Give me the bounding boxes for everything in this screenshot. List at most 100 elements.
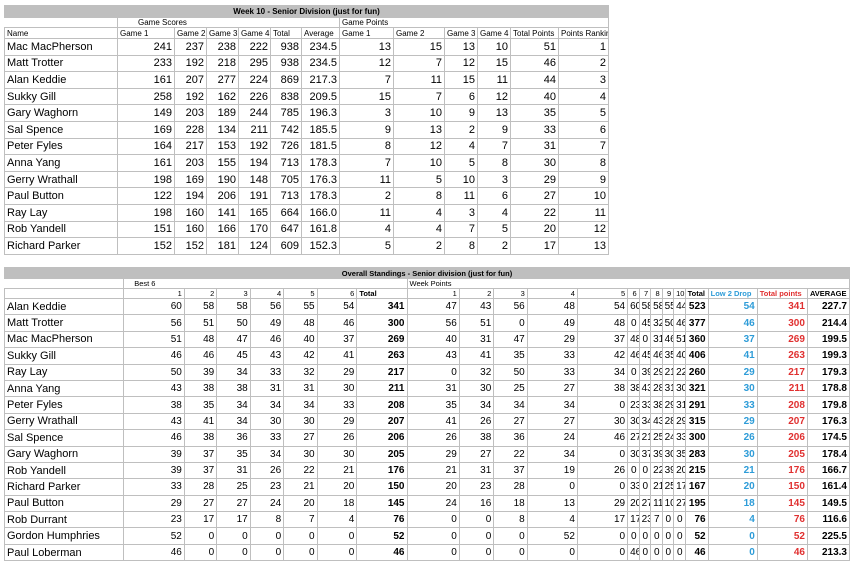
table-cell: 785 xyxy=(270,104,302,122)
player-name: Alan Keddie xyxy=(4,71,118,89)
table-cell: 0 xyxy=(638,527,652,545)
table-cell: 181.5 xyxy=(301,137,340,156)
player-name: Mac MacPherson xyxy=(4,38,118,56)
table-cell: 11 xyxy=(650,494,663,513)
table-cell: 8 xyxy=(444,237,478,255)
table-cell: 29 xyxy=(123,494,185,513)
table-cell: 0 xyxy=(183,527,218,545)
table-cell: 38 xyxy=(458,429,495,447)
table-cell: 7 xyxy=(477,137,511,156)
table-cell: 12 xyxy=(393,137,445,156)
table-cell: 76 xyxy=(356,511,408,529)
table-row: Gerry Wrathall 43 41 34 30 30 29 207 41 26 27 27 30 3… xyxy=(3,412,851,431)
overall-header-cell: 5 xyxy=(283,288,318,299)
table-cell: 3 xyxy=(339,104,394,122)
table-cell: 2 xyxy=(557,54,610,73)
table-cell: 26 xyxy=(707,429,758,447)
overall-header-cell: 6 xyxy=(627,288,640,299)
weekly-scores-table: Week 10 - Senior Division (just for fun)… xyxy=(3,5,610,255)
table-cell: 4 xyxy=(316,511,358,529)
table-cell: 31 xyxy=(510,137,559,156)
table-cell: 38 xyxy=(183,379,218,398)
table-cell: 199.3 xyxy=(806,347,851,365)
table-cell: 199.5 xyxy=(806,330,851,349)
table-cell: 31 xyxy=(661,379,675,398)
table-cell: 161.8 xyxy=(301,220,340,239)
table-cell: 10 xyxy=(444,170,478,189)
table-cell: 8 xyxy=(249,511,285,529)
table-cell: 43 xyxy=(123,412,185,431)
table-cell: 0 xyxy=(627,527,640,545)
table-cell: 300 xyxy=(684,429,709,447)
table-cell: 20 xyxy=(406,478,460,496)
table-cell: 176 xyxy=(756,461,808,480)
table-cell: 705 xyxy=(270,170,302,189)
table-cell: 258 xyxy=(117,87,175,106)
table-cell: 46 xyxy=(707,314,758,332)
table-cell: 0 xyxy=(406,511,460,529)
table-cell: 32 xyxy=(458,363,495,381)
table-cell: 713 xyxy=(270,187,302,205)
table-row: Alan Keddie60585856555434147435648546058… xyxy=(3,297,851,316)
table-cell: 42 xyxy=(283,347,318,365)
player-name: Alan Keddie xyxy=(3,297,125,316)
table-cell: 155 xyxy=(206,154,239,172)
table-cell: 0 xyxy=(661,543,675,562)
overall-header-cell: Total xyxy=(684,288,709,299)
table-cell: 166.0 xyxy=(301,203,340,222)
table-cell: 0 xyxy=(673,511,686,529)
table-cell: 37 xyxy=(183,461,218,480)
table-cell: 21 xyxy=(316,461,358,480)
table-cell: 39 xyxy=(661,461,675,480)
table-cell: 203 xyxy=(174,154,207,172)
table-cell: 44 xyxy=(673,297,686,316)
table-cell: 869 xyxy=(270,71,302,89)
table-cell: 24 xyxy=(406,494,460,513)
table-cell: 11 xyxy=(339,170,394,189)
table-row: Gary Waghorn3937353430302052927223403037… xyxy=(3,445,851,463)
table-cell: 3 xyxy=(444,203,478,222)
table-cell: 194 xyxy=(238,154,271,172)
table-cell: 0 xyxy=(406,363,460,381)
table-cell: 153 xyxy=(206,137,239,156)
table-cell: 191 xyxy=(238,187,271,205)
table-cell: 48 xyxy=(627,330,640,349)
table-cell: 7 xyxy=(557,137,610,156)
table-cell: 8 xyxy=(477,154,511,172)
table-cell: 13 xyxy=(477,104,511,122)
table-row: Richard Parker 152 152 181 124 609 152.3 5 2 8 2 17… xyxy=(4,237,610,255)
weekly-header-cell: Game 4 xyxy=(477,27,511,39)
table-cell: 58 xyxy=(216,297,251,316)
table-cell: 29 xyxy=(526,330,578,349)
table-cell: 54 xyxy=(316,297,358,316)
table-row: Alan Keddie 161 207 277 224 869 217.3 7 11 15 11 44… xyxy=(4,71,610,89)
table-cell: 224 xyxy=(238,71,271,89)
table-cell: 0 xyxy=(249,527,285,545)
table-cell: 49 xyxy=(249,314,285,332)
table-cell: 0 xyxy=(650,543,663,562)
table-cell: 178.4 xyxy=(806,445,851,463)
table-cell: 26 xyxy=(458,412,495,431)
table-cell: 196.3 xyxy=(301,104,340,122)
overall-header-cell: Total xyxy=(356,288,408,299)
player-name: Gary Waghorn xyxy=(4,104,118,122)
table-cell: 0 xyxy=(493,314,528,332)
table-cell: 52 xyxy=(756,527,808,545)
overall-header-cell: 2 xyxy=(458,288,495,299)
overall-standings-table: Overall Standings - Senior division (jus… xyxy=(3,267,851,562)
table-cell: 50 xyxy=(493,363,528,381)
table-cell: 30 xyxy=(316,379,358,398)
table-cell: 47 xyxy=(406,297,460,316)
table-cell: 35 xyxy=(673,445,686,463)
table-cell: 167 xyxy=(684,478,709,496)
table-cell: 207 xyxy=(356,412,408,431)
table-cell: 27 xyxy=(627,429,640,447)
table-cell: 161 xyxy=(117,154,175,172)
table-cell: 0 xyxy=(216,543,251,562)
table-cell: 237 xyxy=(174,38,207,56)
table-cell: 19 xyxy=(526,461,578,480)
table-cell: 37 xyxy=(493,461,528,480)
table-cell: 35 xyxy=(510,104,559,122)
table-cell: 315 xyxy=(684,412,709,431)
table-row: Matt Trotter5651504948463005651049480453… xyxy=(3,314,851,332)
